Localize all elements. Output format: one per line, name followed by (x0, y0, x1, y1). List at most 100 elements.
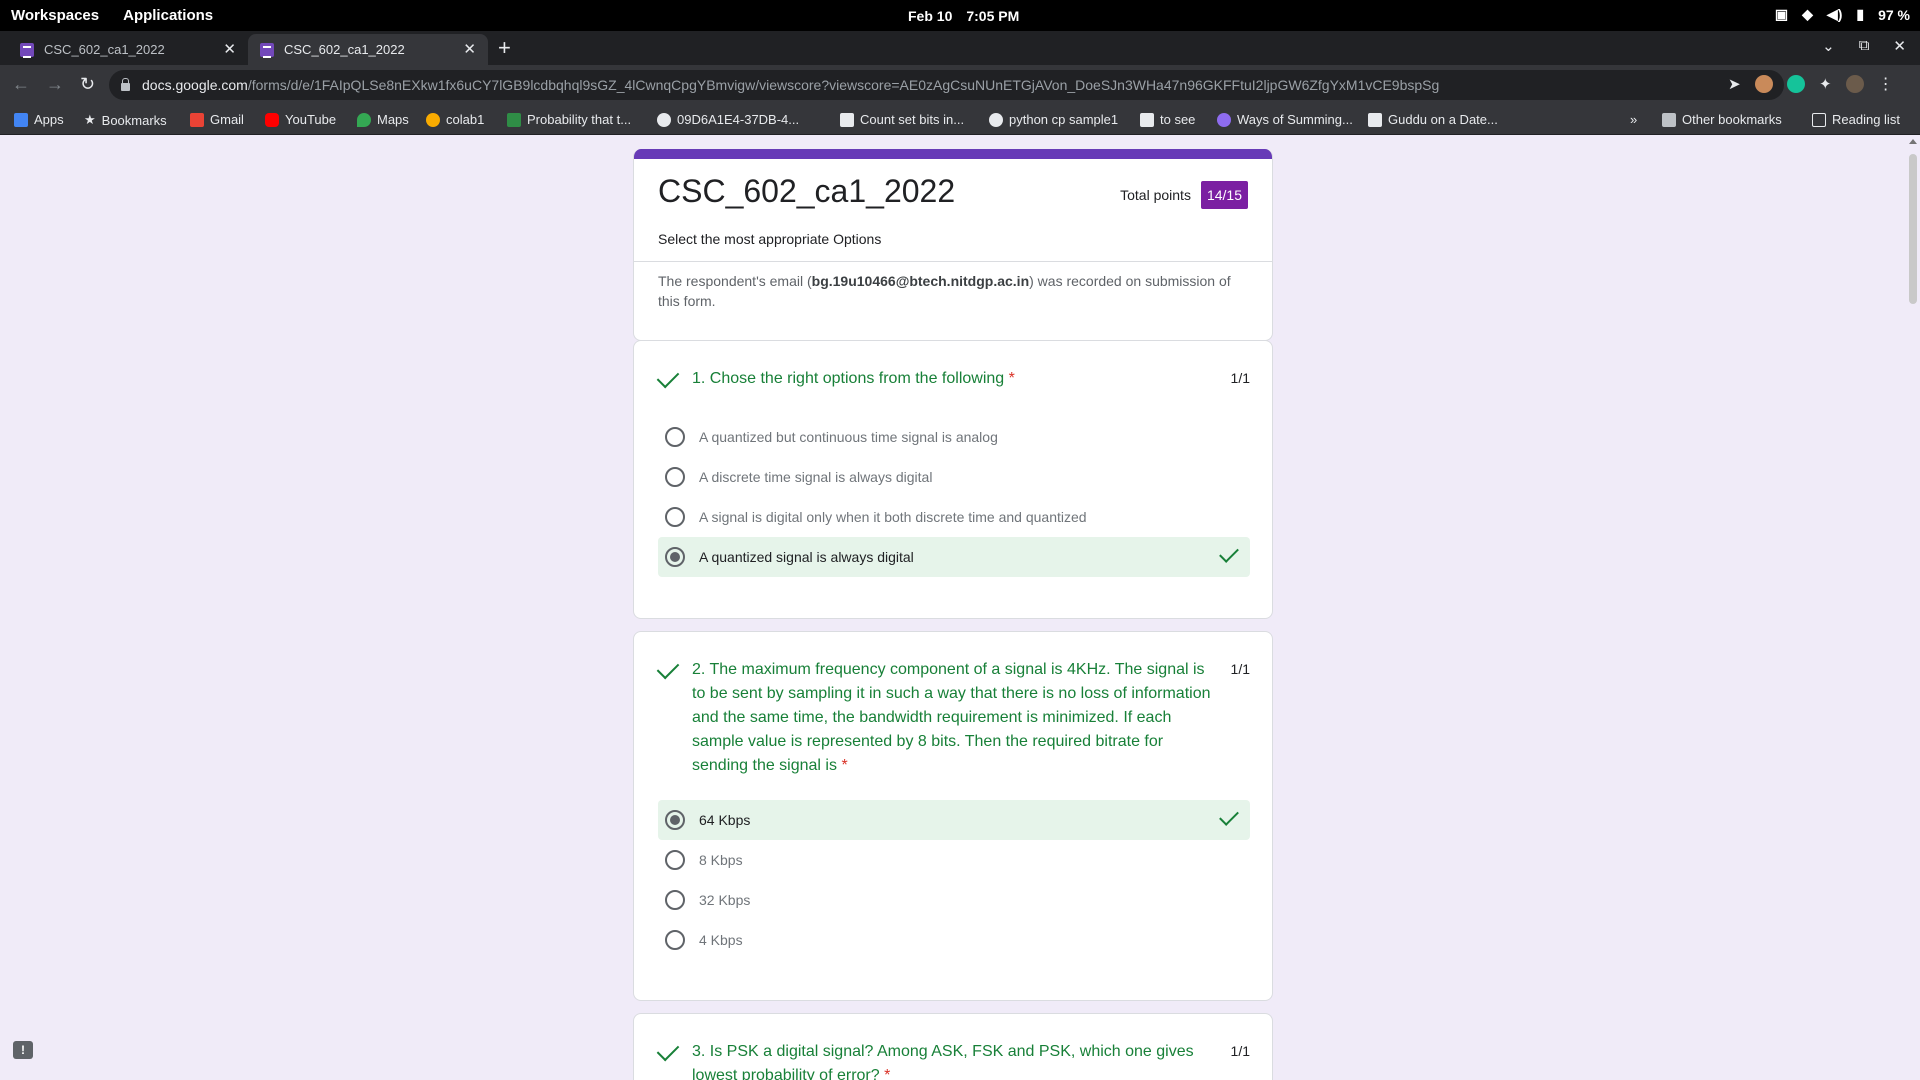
tab-title: CSC_602_ca1_2022 (44, 42, 165, 57)
bookmark-label: Ways of Summing... (1237, 112, 1353, 127)
close-icon[interactable]: ✕ (223, 40, 236, 58)
option-label: 32 Kbps (699, 892, 751, 908)
page-scrollbar[interactable] (1906, 136, 1920, 1080)
answer-option[interactable]: A discrete time signal is always digital (658, 457, 1250, 497)
tab-title: CSC_602_ca1_2022 (284, 42, 405, 57)
answer-option-selected[interactable]: 64 Kbps (658, 800, 1250, 840)
back-icon[interactable]: ← (12, 74, 30, 95)
workspaces-menu[interactable]: Workspaces (11, 7, 99, 24)
os-top-bar: Workspaces Applications Feb 10 7:05 PM ▣… (0, 0, 1920, 31)
profile-avatar[interactable] (1845, 75, 1864, 93)
question-card-1: 1. Chose the right options from the foll… (633, 340, 1273, 619)
bookmark-maps[interactable]: Maps (357, 112, 409, 127)
question-text: 2. The maximum frequency component of a … (692, 658, 1219, 778)
bookmark-to-see[interactable]: to see (1140, 112, 1195, 127)
correct-check-icon (656, 365, 680, 389)
page-icon (1217, 112, 1231, 127)
report-feedback-button[interactable]: ! (13, 1041, 33, 1059)
bookmark-label: YouTube (285, 112, 337, 127)
radio-checked-icon[interactable] (665, 810, 685, 830)
send-icon[interactable]: ➤ (1728, 75, 1741, 93)
tab-strip: CSC_602_ca1_2022 ✕ CSC_602_ca1_2022 ✕ + … (0, 31, 1920, 65)
folder-icon (1662, 112, 1676, 127)
option-label: A quantized but continuous time signal i… (699, 429, 998, 445)
bookmark-guddu[interactable]: Guddu on a Date... (1368, 112, 1498, 127)
bookmark-python-cp[interactable]: python cp sample1 (989, 112, 1118, 127)
bookmark-youtube[interactable]: YouTube (265, 112, 336, 127)
grammarly-icon[interactable] (1787, 75, 1805, 93)
bookmark-bookmarks[interactable]: ★ Bookmarks (84, 112, 167, 128)
time-label: 7:05 PM (966, 8, 1020, 24)
forward-icon[interactable]: → (46, 74, 64, 95)
radio-icon[interactable] (665, 890, 685, 910)
reload-icon[interactable]: ↻ (80, 74, 95, 95)
scroll-up-arrow-icon[interactable] (1909, 139, 1917, 144)
tab-forms-2[interactable]: CSC_602_ca1_2022 ✕ (248, 34, 488, 65)
total-points: Total points 14/15 (1120, 181, 1248, 209)
option-label: 64 Kbps (699, 812, 751, 828)
option-label: A quantized signal is always digital (699, 549, 914, 565)
form-title: CSC_602_ca1_2022 (658, 173, 956, 209)
required-asterisk: * (884, 1067, 891, 1080)
extension-icon[interactable] (1755, 75, 1773, 93)
reading-list-button[interactable]: Reading list (1812, 112, 1900, 127)
question-card-2: 2. The maximum frequency component of a … (633, 631, 1273, 1001)
radio-icon[interactable] (665, 427, 685, 447)
bookmark-gmail[interactable]: Gmail (190, 112, 244, 127)
bookmark-apps[interactable]: Apps (14, 112, 64, 127)
wifi-icon[interactable]: ◆ (1802, 6, 1813, 23)
bookmark-label: Gmail (210, 112, 244, 127)
browser-toolbar: ← → ↻ docs.google.com/forms/d/e/1FAIpQLS… (0, 65, 1920, 105)
option-label: A signal is digital only when it both di… (699, 509, 1087, 525)
new-tab-button[interactable]: + (498, 35, 511, 61)
scrollbar-thumb[interactable] (1909, 154, 1917, 304)
restore-window-icon[interactable]: ⧉ (1859, 37, 1870, 55)
radio-icon[interactable] (665, 507, 685, 527)
screen-icon[interactable]: ▣ (1775, 6, 1788, 23)
puzzle-extensions-icon[interactable]: ✦ (1819, 75, 1832, 93)
applications-menu[interactable]: Applications (123, 7, 213, 24)
option-label: A discrete time signal is always digital (699, 469, 933, 485)
close-icon[interactable]: ✕ (463, 40, 476, 58)
bookmark-count-set-bits[interactable]: Count set bits in... (840, 112, 964, 127)
apps-grid-icon (14, 112, 28, 127)
battery-label: 97 % (1878, 6, 1910, 23)
correct-check-icon (656, 1038, 680, 1062)
bookmark-label: Probability that t... (527, 112, 632, 127)
date-label: Feb 10 (908, 8, 953, 24)
radio-icon[interactable] (665, 850, 685, 870)
tab-search-icon[interactable]: ⌄ (1822, 37, 1835, 55)
answer-option[interactable]: 8 Kbps (658, 840, 1250, 880)
bookmark-ways-of-summing[interactable]: Ways of Summing... (1217, 112, 1353, 127)
bookmark-09d6[interactable]: 09D6A1E4-37DB-4... (657, 112, 799, 127)
radio-icon[interactable] (665, 467, 685, 487)
radio-icon[interactable] (665, 930, 685, 950)
address-bar[interactable]: docs.google.com/forms/d/e/1FAIpQLSe8nEXk… (109, 70, 1784, 100)
required-asterisk: * (841, 757, 848, 774)
bookmark-other[interactable]: Other bookmarks (1662, 112, 1782, 127)
more-bookmarks-button[interactable]: » (1630, 112, 1637, 127)
volume-icon[interactable]: ◀) (1827, 6, 1842, 23)
bookmark-colab1[interactable]: colab1 (426, 112, 484, 127)
answer-option[interactable]: 4 Kbps (658, 920, 1250, 960)
answer-option-selected[interactable]: A quantized signal is always digital (658, 537, 1250, 577)
required-asterisk: * (1008, 370, 1015, 387)
battery-icon[interactable]: ▮ (1856, 6, 1864, 23)
radio-checked-icon[interactable] (665, 547, 685, 567)
question-title: 3. Is PSK a digital signal? Among ASK, F… (692, 1043, 1194, 1080)
bookmark-label: Other bookmarks (1682, 112, 1782, 127)
answer-option[interactable]: A quantized but continuous time signal i… (658, 417, 1250, 457)
bookmark-label: Guddu on a Date... (1388, 112, 1498, 127)
bookmark-label: Maps (377, 112, 409, 127)
menu-kebab-icon[interactable]: ⋮ (1878, 74, 1894, 94)
bookmark-probability[interactable]: Probability that t... (507, 112, 631, 127)
gfg-icon (507, 112, 521, 127)
answer-option[interactable]: A signal is digital only when it both di… (658, 497, 1250, 537)
clock[interactable]: Feb 10 7:05 PM (908, 8, 1019, 24)
tab-forms-1[interactable]: CSC_602_ca1_2022 ✕ (8, 34, 248, 65)
lock-icon[interactable] (121, 78, 130, 91)
divider (634, 261, 1272, 262)
page-content: CSC_602_ca1_2022 Total points 14/15 Sele… (0, 136, 1920, 1080)
close-window-icon[interactable]: ✕ (1893, 37, 1906, 55)
answer-option[interactable]: 32 Kbps (658, 880, 1250, 920)
